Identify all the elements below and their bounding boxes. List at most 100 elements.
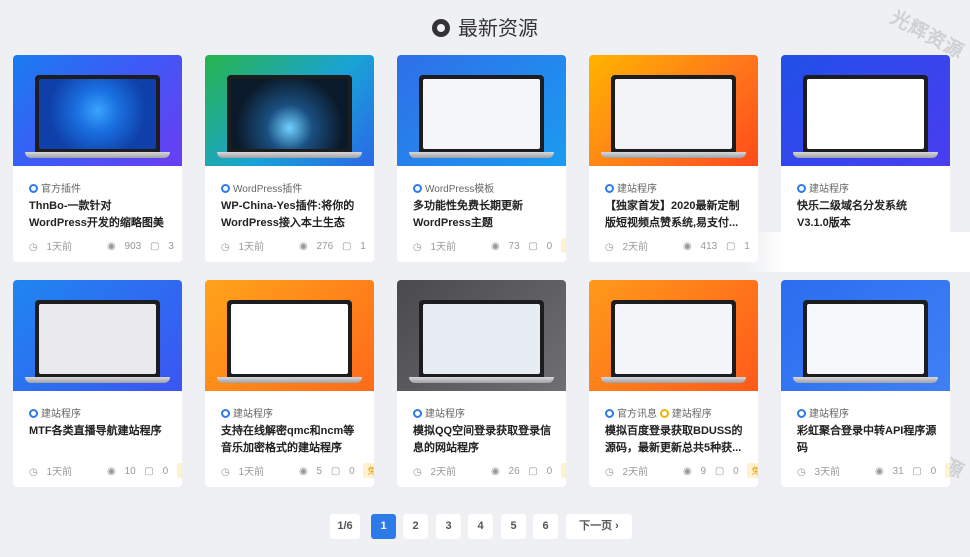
card-category-1[interactable]: 建站程序 [809,409,849,420]
laptop-mockup [35,300,160,378]
card-stats: ◷ 2天前 ◉ 9 ▢ 0 免费 [605,463,758,478]
resource-card[interactable]: 建站程序 MTF各类直播导航建站程序 ◷ 1天前 ◉ 10 ▢ 0 免费 [13,280,182,487]
card-title[interactable]: 模拟QQ空间登录获取登录信息的网站程序 [413,423,553,457]
next-page-button[interactable]: 下一页 › [566,514,632,539]
card-category: WordPress插件 [221,180,302,195]
page-6-button[interactable]: 6 [533,514,558,539]
card-category-1[interactable]: 官方讯息 [617,409,657,420]
resource-card[interactable]: 建站程序彩虹聚合登录中转API程序源码 ◷ 3天前 ◉ 31 ▢ 0 免费 [781,280,950,487]
screen-preview [39,304,156,374]
comment-icon: ▢ [330,466,344,477]
screen-preview [615,79,732,149]
card-category-1[interactable]: WordPress模板 [425,184,494,195]
card-title[interactable]: 快乐二级域名分发系统V3.1.0版本 [797,198,937,232]
card-thumbnail[interactable] [781,280,950,391]
resource-card[interactable]: WordPress插件 WP-China-Yes插件:将你的WordPress接入… [205,55,374,262]
clock-icon: ◷ [29,467,41,478]
card-title[interactable]: 【独家首发】2020最新定制版短视频点赞系统,易支付... [605,198,745,232]
card-category-1[interactable]: 建站程序 [617,184,657,195]
screen-preview [807,79,924,149]
card-title[interactable]: 支持在线解密qmc和ncm等音乐加密格式的建站程序 [221,423,361,457]
card-category-1[interactable]: WordPress插件 [233,184,302,195]
card-time: ◷ 3天前 [797,467,841,478]
eye-icon: ◉ [683,466,695,477]
clock-icon: ◷ [29,242,41,253]
page-2-button[interactable]: 2 [403,514,428,539]
card-thumbnail[interactable] [781,55,950,166]
resource-card[interactable]: 建站程序模拟QQ空间登录获取登录信息的网站程序 ◷ 2天前 ◉ 26 ▢ 0 免费 [397,280,566,487]
card-time: ◷ 2天前 [413,467,457,478]
resource-card[interactable]: 建站程序 【独家首发】2020最新定制版短视频点赞系统,易支付... ◷ 2天前 ◉ … [589,55,758,262]
card-thumbnail[interactable] [205,55,374,166]
card-counts: ◉ 73 ▢ 0 免费 [491,238,566,253]
tag-icon [221,184,230,193]
card-stats: ◷ 1天前 ◉ 73 ▢ 0 免费 [413,238,566,253]
screen-preview [423,79,540,149]
card-stats: ◷ 3天前 ◉ 31 ▢ 0 免费 [797,463,950,478]
price-badge: 免费 [747,463,758,478]
laptop-mockup [419,300,544,378]
tag-icon [413,184,422,193]
eye-icon: ◉ [491,466,503,477]
laptop-base [25,152,170,158]
card-title[interactable]: WP-China-Yes插件:将你的WordPress接入本土生态体... [221,198,361,232]
page-3-button[interactable]: 3 [436,514,461,539]
card-thumbnail[interactable] [589,55,758,166]
card-counts: ◉ 26 ▢ 0 免费 [491,463,566,478]
laptop-mockup [611,300,736,378]
card-category-1[interactable]: 官方插件 [41,184,81,195]
card-category-1[interactable]: 建站程序 [425,409,465,420]
laptop-base [793,377,938,383]
card-counts: ◉ 31 ▢ 0 免费 [875,463,950,478]
card-stats: ◷ 1天前◉ 903 ▢ 3 免费 [29,238,177,253]
laptop-mockup [803,300,928,378]
laptop-base [409,377,554,383]
card-time: ◷ 1天前 [29,242,73,253]
card-thumbnail[interactable] [13,280,182,391]
resource-card[interactable]: 建站程序 支持在线解密qmc和ncm等音乐加密格式的建站程序 ◷ 1天前 ◉ 5 ▢ … [205,280,374,487]
resource-card[interactable]: 官方插件 ThnBo-一款针对WordPress开发的缩略图美化插件,为广... ◷… [13,55,182,262]
tag-icon [221,409,230,418]
card-category-1[interactable]: 建站程序 [41,409,81,420]
screen-preview [231,79,348,149]
card-title[interactable]: ThnBo-一款针对WordPress开发的缩略图美化插件,为广... [29,198,169,232]
page-1-button[interactable]: 1 [371,514,396,539]
price-badge: 免费 [945,463,950,478]
card-title[interactable]: 彩虹聚合登录中转API程序源码 [797,423,937,457]
card-thumbnail[interactable] [397,280,566,391]
page-5-button[interactable]: 5 [501,514,526,539]
page-4-button[interactable]: 4 [468,514,493,539]
card-title[interactable]: 多功能性免费长期更新WordPress主题CorePressv1.8... [413,198,553,232]
card-category-1[interactable]: 建站程序 [233,409,273,420]
card-category: 建站程序 [29,405,81,420]
card-thumbnail[interactable] [13,55,182,166]
screen-preview [231,304,348,374]
laptop-mockup [803,75,928,153]
card-thumbnail[interactable] [397,55,566,166]
card-thumbnail[interactable] [205,280,374,391]
resource-card[interactable]: 官方讯息 建站程序模拟百度登录获取BDUSS的源码，最新更新总共5种获... ◷ … [589,280,758,487]
laptop-mockup [35,75,160,153]
card-category-2[interactable]: 建站程序 [672,409,712,420]
tag-icon [413,409,422,418]
tag-icon [605,409,614,418]
clock-icon: ◷ [605,242,617,253]
price-badge: 免费 [561,238,566,253]
laptop-base [601,152,746,158]
card-time: ◷ 1天前 [221,467,265,478]
screen-preview [807,304,924,374]
eye-icon: ◉ [107,466,119,477]
resource-card[interactable]: WordPress模板多功能性免费长期更新WordPress主题CorePres… [397,55,566,262]
card-title[interactable]: 模拟百度登录获取BDUSS的源码，最新更新总共5种获... [605,423,745,457]
tag-icon [29,184,38,193]
card-thumbnail[interactable] [589,280,758,391]
card-counts: ◉ 10 ▢ 0 免费 [107,463,182,478]
card-category: 官方插件 [29,180,81,195]
laptop-base [601,377,746,383]
tag-icon [605,184,614,193]
resource-card[interactable]: 建站程序快乐二级域名分发系统V3.1.0版本◷ 2天前 [781,55,950,262]
card-category: 建站程序 [413,405,465,420]
card-title[interactable]: MTF各类直播导航建站程序 [29,423,169,457]
card-category-1[interactable]: 建站程序 [809,184,849,195]
card-stats: ◷ 1天前 ◉ 10 ▢ 0 免费 [29,463,182,478]
